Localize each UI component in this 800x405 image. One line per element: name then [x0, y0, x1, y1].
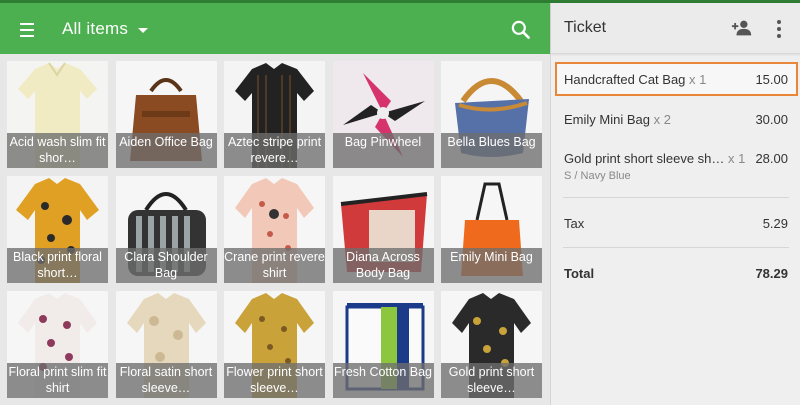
item-tile[interactable]: Diana Across Body Bag	[332, 176, 434, 283]
total-label: Total	[564, 266, 595, 281]
line-item-amount: 15.00	[755, 72, 788, 87]
item-tile[interactable]: Clara Shoulder Bag	[115, 176, 217, 283]
line-item-amount: 28.00	[755, 151, 788, 166]
category-dropdown[interactable]: All items	[62, 17, 149, 41]
line-item-variant: S / Navy Blue	[564, 170, 631, 182]
item-label: Black print floral short…	[7, 248, 108, 283]
more-vert-icon[interactable]	[773, 18, 785, 40]
item-label: Diana Across Body Bag	[332, 248, 434, 283]
total-amount: 78.29	[755, 266, 788, 281]
item-tile[interactable]: Aztec stripe print revere…	[224, 61, 325, 168]
line-item-name: Emily Mini Bag x 2	[564, 112, 671, 127]
ticket-line[interactable]: Handcrafted Cat Bag x 1 15.00	[551, 62, 800, 96]
item-tile[interactable]: Acid wash slim fit shor…	[7, 61, 108, 168]
category-title: All items	[62, 19, 129, 38]
item-label: Floral print slim fit shirt	[7, 363, 108, 398]
item-tile[interactable]: Crane print revere shirt	[224, 176, 325, 283]
ticket-line[interactable]: Gold print short sleeve sh… x 1 28.00 S …	[551, 143, 800, 191]
item-tile[interactable]: Bella Blues Bag	[441, 61, 542, 168]
tax-row: Tax 5.29	[551, 209, 800, 237]
item-label: Clara Shoulder Bag	[115, 248, 217, 283]
item-tile[interactable]: Bag Pinwheel	[332, 61, 434, 168]
dropdown-caret-icon	[138, 27, 149, 33]
item-tile[interactable]: Floral print slim fit shirt	[7, 291, 108, 398]
item-label: Aztec stripe print revere…	[224, 133, 325, 168]
item-label: Fresh Cotton Bag	[332, 363, 434, 398]
item-label: Crane print revere shirt	[224, 248, 325, 283]
item-label: Bag Pinwheel	[332, 133, 434, 168]
item-tile[interactable]: Gold print short sleeve…	[441, 291, 542, 398]
item-label: Gold print short sleeve…	[441, 363, 542, 398]
ticket-panel: Ticket Handcrafted Cat Bag x 1 15.00 Emi…	[550, 3, 800, 405]
line-item-name: Handcrafted Cat Bag x 1	[564, 72, 707, 87]
tax-label: Tax	[564, 216, 585, 231]
item-label: Floral satin short sleeve…	[115, 363, 217, 398]
item-label: Aiden Office Bag	[115, 133, 217, 168]
tax-amount: 5.29	[762, 216, 788, 231]
divider	[563, 197, 789, 198]
item-tile[interactable]: Floral satin short sleeve…	[115, 291, 217, 398]
ticket-header: Ticket	[551, 3, 800, 54]
item-label: Flower print short sleeve…	[224, 363, 325, 398]
item-label: Bella Blues Bag	[441, 133, 542, 168]
item-label: Acid wash slim fit shor…	[7, 133, 108, 168]
item-tile[interactable]: Flower print short sleeve…	[224, 291, 325, 398]
item-tile[interactable]: Emily Mini Bag	[441, 176, 542, 283]
ticket-line[interactable]: Emily Mini Bag x 2 30.00	[551, 103, 800, 137]
line-item-amount: 30.00	[755, 112, 788, 127]
ticket-title: Ticket	[564, 19, 607, 36]
app-bar: All items	[0, 3, 550, 54]
add-customer-icon[interactable]	[731, 17, 753, 39]
search-icon[interactable]	[508, 17, 534, 43]
item-tile[interactable]: Black print floral short…	[7, 176, 108, 283]
line-item-name: Gold print short sleeve sh… x 1	[564, 151, 746, 166]
total-row: Total 78.29	[551, 259, 800, 287]
menu-icon[interactable]	[14, 17, 42, 41]
items-panel: All items Acid wash slim fit shor… Aiden…	[0, 3, 550, 405]
item-label: Emily Mini Bag	[441, 248, 542, 283]
item-tile[interactable]: Aiden Office Bag	[115, 61, 217, 168]
item-tile[interactable]: Fresh Cotton Bag	[332, 291, 434, 398]
divider	[563, 247, 789, 248]
